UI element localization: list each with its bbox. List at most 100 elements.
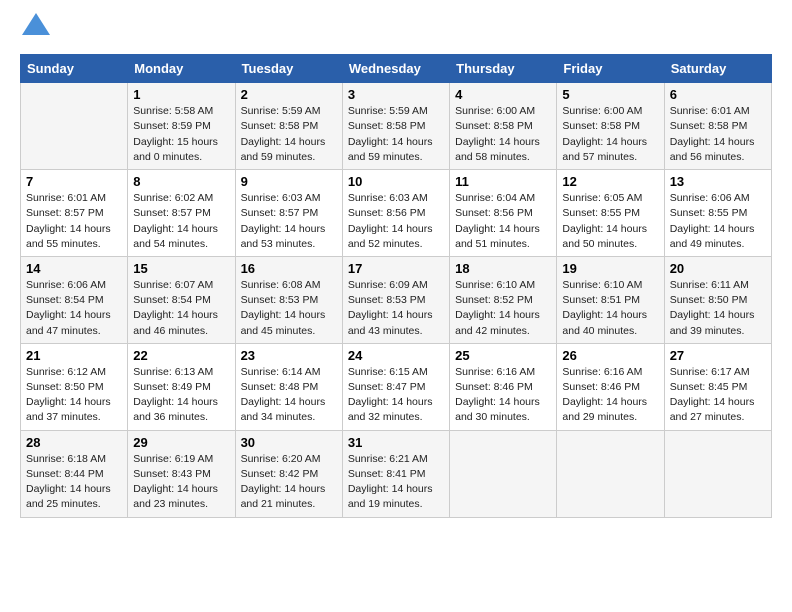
- calendar-day-cell: 19 Sunrise: 6:10 AM Sunset: 8:51 PM Dayli…: [557, 256, 664, 343]
- calendar-day-cell: 25 Sunrise: 6:16 AM Sunset: 8:46 PM Dayli…: [450, 343, 557, 430]
- day-number: 31: [348, 435, 444, 450]
- day-number: 17: [348, 261, 444, 276]
- calendar-day-cell: 11 Sunrise: 6:04 AM Sunset: 8:56 PM Dayli…: [450, 170, 557, 257]
- logo: [20, 20, 50, 44]
- calendar-day-cell: 14 Sunrise: 6:06 AM Sunset: 8:54 PM Dayli…: [21, 256, 128, 343]
- column-header-wednesday: Wednesday: [342, 55, 449, 83]
- column-header-tuesday: Tuesday: [235, 55, 342, 83]
- day-number: 19: [562, 261, 658, 276]
- day-number: 6: [670, 87, 766, 102]
- day-info: Sunrise: 6:04 AM Sunset: 8:56 PM Dayligh…: [455, 191, 551, 252]
- calendar-day-cell: 21 Sunrise: 6:12 AM Sunset: 8:50 PM Dayli…: [21, 343, 128, 430]
- day-info: Sunrise: 6:21 AM Sunset: 8:41 PM Dayligh…: [348, 452, 444, 513]
- day-info: Sunrise: 6:00 AM Sunset: 8:58 PM Dayligh…: [562, 104, 658, 165]
- day-info: Sunrise: 5:58 AM Sunset: 8:59 PM Dayligh…: [133, 104, 229, 165]
- day-number: 9: [241, 174, 337, 189]
- calendar-day-cell: 9 Sunrise: 6:03 AM Sunset: 8:57 PM Daylig…: [235, 170, 342, 257]
- day-info: Sunrise: 6:06 AM Sunset: 8:55 PM Dayligh…: [670, 191, 766, 252]
- day-number: 22: [133, 348, 229, 363]
- day-info: Sunrise: 6:14 AM Sunset: 8:48 PM Dayligh…: [241, 365, 337, 426]
- calendar-day-cell: 1Sunrise: 5:58 AM Sunset: 8:59 PM Daylig…: [128, 83, 235, 170]
- calendar-day-cell: 22Sunrise: 6:13 AM Sunset: 8:49 PM Dayli…: [128, 343, 235, 430]
- day-number: 8: [133, 174, 229, 189]
- day-number: 16: [241, 261, 337, 276]
- calendar-header-row: SundayMondayTuesdayWednesdayThursdayFrid…: [21, 55, 772, 83]
- day-number: 15: [133, 261, 229, 276]
- day-number: 4: [455, 87, 551, 102]
- calendar-day-cell: 18Sunrise: 6:10 AM Sunset: 8:52 PM Dayli…: [450, 256, 557, 343]
- calendar-day-cell: 10Sunrise: 6:03 AM Sunset: 8:56 PM Dayli…: [342, 170, 449, 257]
- calendar-week-row: 1Sunrise: 5:58 AM Sunset: 8:59 PM Daylig…: [21, 83, 772, 170]
- day-info: Sunrise: 6:12 AM Sunset: 8:50 PM Dayligh…: [26, 365, 122, 426]
- day-info: Sunrise: 6:16 AM Sunset: 8:46 PM Dayligh…: [455, 365, 551, 426]
- day-info: Sunrise: 6:18 AM Sunset: 8:44 PM Dayligh…: [26, 452, 122, 513]
- column-header-saturday: Saturday: [664, 55, 771, 83]
- calendar-week-row: 7Sunrise: 6:01 AM Sunset: 8:57 PM Daylig…: [21, 170, 772, 257]
- empty-cell: [21, 83, 128, 170]
- calendar-day-cell: 16 Sunrise: 6:08 AM Sunset: 8:53 PM Dayli…: [235, 256, 342, 343]
- day-info: Sunrise: 6:03 AM Sunset: 8:57 PM Dayligh…: [241, 191, 337, 252]
- calendar-day-cell: 31 Sunrise: 6:21 AM Sunset: 8:41 PM Dayli…: [342, 430, 449, 517]
- day-info: Sunrise: 6:16 AM Sunset: 8:46 PM Dayligh…: [562, 365, 658, 426]
- day-number: 3: [348, 87, 444, 102]
- day-info: Sunrise: 6:07 AM Sunset: 8:54 PM Dayligh…: [133, 278, 229, 339]
- column-header-thursday: Thursday: [450, 55, 557, 83]
- calendar-day-cell: 20Sunrise: 6:11 AM Sunset: 8:50 PM Dayli…: [664, 256, 771, 343]
- calendar-day-cell: 13 Sunrise: 6:06 AM Sunset: 8:55 PM Dayli…: [664, 170, 771, 257]
- calendar-day-cell: 7Sunrise: 6:01 AM Sunset: 8:57 PM Daylig…: [21, 170, 128, 257]
- calendar-day-cell: 4 Sunrise: 6:00 AM Sunset: 8:58 PM Daylig…: [450, 83, 557, 170]
- day-number: 21: [26, 348, 122, 363]
- day-info: Sunrise: 6:10 AM Sunset: 8:51 PM Dayligh…: [562, 278, 658, 339]
- logo-icon: [22, 13, 50, 35]
- day-info: Sunrise: 6:08 AM Sunset: 8:53 PM Dayligh…: [241, 278, 337, 339]
- calendar-day-cell: 30 Sunrise: 6:20 AM Sunset: 8:42 PM Dayli…: [235, 430, 342, 517]
- day-info: Sunrise: 5:59 AM Sunset: 8:58 PM Dayligh…: [348, 104, 444, 165]
- day-info: Sunrise: 6:15 AM Sunset: 8:47 PM Dayligh…: [348, 365, 444, 426]
- day-number: 2: [241, 87, 337, 102]
- day-info: Sunrise: 6:17 AM Sunset: 8:45 PM Dayligh…: [670, 365, 766, 426]
- day-number: 26: [562, 348, 658, 363]
- day-number: 28: [26, 435, 122, 450]
- day-info: Sunrise: 6:10 AM Sunset: 8:52 PM Dayligh…: [455, 278, 551, 339]
- day-info: Sunrise: 6:03 AM Sunset: 8:56 PM Dayligh…: [348, 191, 444, 252]
- calendar-day-cell: 23 Sunrise: 6:14 AM Sunset: 8:48 PM Dayli…: [235, 343, 342, 430]
- page-header: [20, 20, 772, 44]
- day-info: Sunrise: 6:02 AM Sunset: 8:57 PM Dayligh…: [133, 191, 229, 252]
- day-info: Sunrise: 6:09 AM Sunset: 8:53 PM Dayligh…: [348, 278, 444, 339]
- empty-cell: [664, 430, 771, 517]
- empty-cell: [450, 430, 557, 517]
- calendar-day-cell: 2 Sunrise: 5:59 AM Sunset: 8:58 PM Daylig…: [235, 83, 342, 170]
- day-number: 23: [241, 348, 337, 363]
- calendar-day-cell: 15 Sunrise: 6:07 AM Sunset: 8:54 PM Dayli…: [128, 256, 235, 343]
- day-number: 24: [348, 348, 444, 363]
- calendar-day-cell: 27 Sunrise: 6:17 AM Sunset: 8:45 PM Dayli…: [664, 343, 771, 430]
- column-header-sunday: Sunday: [21, 55, 128, 83]
- day-number: 25: [455, 348, 551, 363]
- day-number: 27: [670, 348, 766, 363]
- calendar-day-cell: 6 Sunrise: 6:01 AM Sunset: 8:58 PM Daylig…: [664, 83, 771, 170]
- calendar-day-cell: 17 Sunrise: 6:09 AM Sunset: 8:53 PM Dayli…: [342, 256, 449, 343]
- calendar-day-cell: 5Sunrise: 6:00 AM Sunset: 8:58 PM Daylig…: [557, 83, 664, 170]
- day-info: Sunrise: 6:20 AM Sunset: 8:42 PM Dayligh…: [241, 452, 337, 513]
- day-number: 12: [562, 174, 658, 189]
- day-number: 11: [455, 174, 551, 189]
- day-number: 20: [670, 261, 766, 276]
- day-info: Sunrise: 6:01 AM Sunset: 8:57 PM Dayligh…: [26, 191, 122, 252]
- day-info: Sunrise: 5:59 AM Sunset: 8:58 PM Dayligh…: [241, 104, 337, 165]
- day-number: 13: [670, 174, 766, 189]
- day-info: Sunrise: 6:05 AM Sunset: 8:55 PM Dayligh…: [562, 191, 658, 252]
- day-number: 29: [133, 435, 229, 450]
- calendar-day-cell: 8 Sunrise: 6:02 AM Sunset: 8:57 PM Daylig…: [128, 170, 235, 257]
- day-number: 30: [241, 435, 337, 450]
- column-header-monday: Monday: [128, 55, 235, 83]
- calendar-day-cell: 29Sunrise: 6:19 AM Sunset: 8:43 PM Dayli…: [128, 430, 235, 517]
- calendar-week-row: 28 Sunrise: 6:18 AM Sunset: 8:44 PM Dayli…: [21, 430, 772, 517]
- calendar-day-cell: 24 Sunrise: 6:15 AM Sunset: 8:47 PM Dayli…: [342, 343, 449, 430]
- day-info: Sunrise: 6:00 AM Sunset: 8:58 PM Dayligh…: [455, 104, 551, 165]
- day-number: 14: [26, 261, 122, 276]
- calendar-table: SundayMondayTuesdayWednesdayThursdayFrid…: [20, 54, 772, 517]
- calendar-week-row: 14 Sunrise: 6:06 AM Sunset: 8:54 PM Dayli…: [21, 256, 772, 343]
- calendar-day-cell: 3 Sunrise: 5:59 AM Sunset: 8:58 PM Daylig…: [342, 83, 449, 170]
- day-info: Sunrise: 6:01 AM Sunset: 8:58 PM Dayligh…: [670, 104, 766, 165]
- day-info: Sunrise: 6:06 AM Sunset: 8:54 PM Dayligh…: [26, 278, 122, 339]
